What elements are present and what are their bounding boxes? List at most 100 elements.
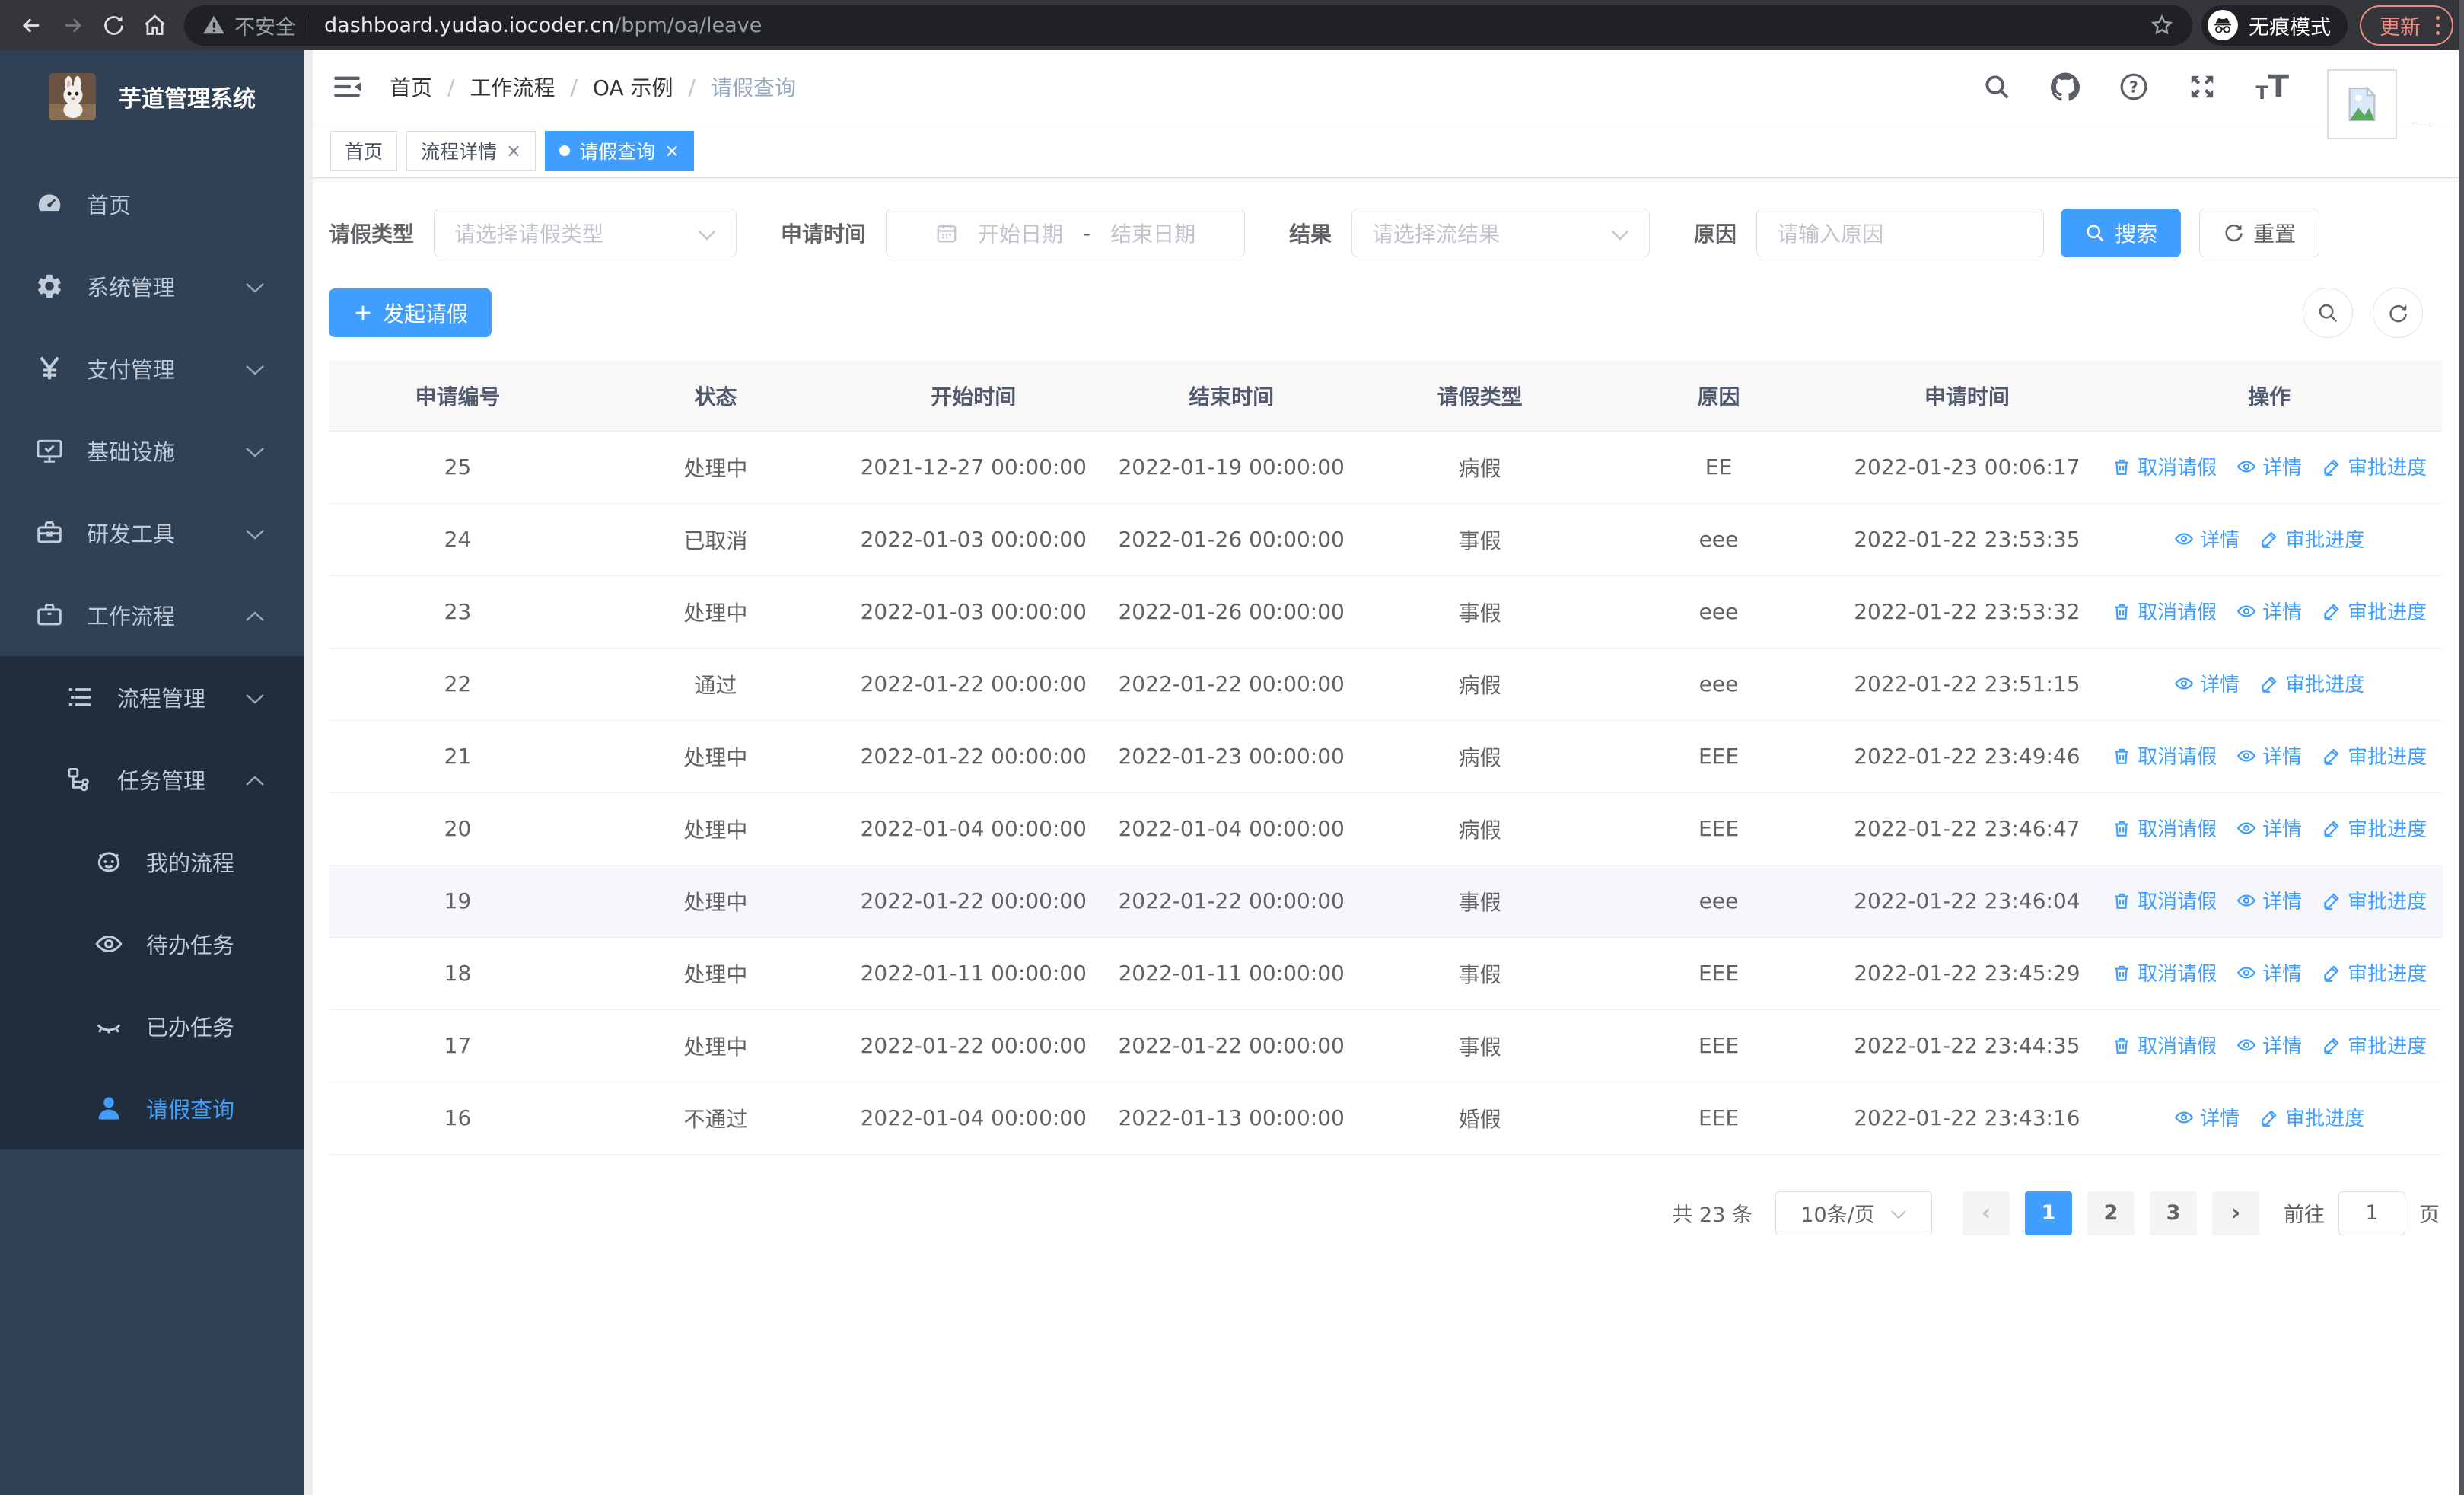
progress-link[interactable]: 审批进度	[2322, 958, 2427, 987]
forward-icon[interactable]	[52, 5, 93, 46]
app-logo-row[interactable]: 芋道管理系统	[0, 50, 304, 143]
refresh-table-button[interactable]	[2373, 288, 2423, 338]
sidebar-item-5[interactable]: 工作流程	[0, 574, 304, 656]
window-scrollbar-edge[interactable]	[2459, 0, 2464, 1495]
detail-link[interactable]: 详情	[2174, 524, 2240, 553]
bookmark-star-icon[interactable]	[2150, 13, 2174, 37]
result-placeholder: 请选择流结果	[1372, 222, 1501, 247]
sidebar-item-label: 研发工具	[87, 521, 176, 547]
detail-link[interactable]: 详情	[2236, 452, 2302, 480]
sidebar-item-10[interactable]: 已办任务	[0, 985, 304, 1067]
table-row[interactable]: 21 处理中 2022-01-22 00:00:00 2022-01-23 00:00…	[329, 720, 2443, 793]
close-icon[interactable]: ×	[664, 142, 680, 160]
cancel-link[interactable]: 取消请假	[2112, 958, 2217, 987]
reset-button[interactable]: 重置	[2199, 209, 2320, 257]
cancel-link[interactable]: 取消请假	[2112, 1031, 2217, 1059]
reason-placeholder: 请输入原因	[1777, 222, 1884, 247]
detail-link[interactable]: 详情	[2236, 886, 2302, 914]
table-row[interactable]: 24 已取消 2022-01-03 00:00:00 2022-01-26 00:00…	[329, 503, 2443, 576]
date-range-input[interactable]: 开始日期 - 结束日期	[886, 209, 1246, 257]
detail-link[interactable]: 详情	[2236, 814, 2302, 842]
reload-icon[interactable]	[93, 5, 134, 46]
progress-label: 审批进度	[2348, 963, 2427, 987]
tab-2[interactable]: 请假查询 ×	[545, 130, 695, 171]
cell-actions: 取消请假 详情 审批进度	[2096, 575, 2443, 649]
toggle-search-button[interactable]	[2303, 288, 2353, 338]
search-button-label: 搜索	[2115, 222, 2158, 246]
table-row[interactable]: 16 不通过 2022-01-04 00:00:00 2022-01-13 00:00…	[329, 1082, 2443, 1155]
detail-link[interactable]: 详情	[2174, 669, 2240, 697]
back-icon[interactable]	[11, 5, 52, 46]
table-row[interactable]: 20 处理中 2022-01-04 00:00:00 2022-01-04 00:00…	[329, 792, 2443, 865]
leave-type-select[interactable]: 请选择请假类型	[434, 209, 737, 257]
sidebar-item-8[interactable]: 我的流程	[0, 821, 304, 903]
sidebar-item-9[interactable]: 待办任务	[0, 903, 304, 985]
progress-link[interactable]: 审批进度	[2322, 814, 2427, 842]
progress-link[interactable]: 审批进度	[2322, 1031, 2427, 1059]
fontsize-icon[interactable]: TT	[2255, 72, 2289, 102]
url-path: /bpm/oa/leave	[614, 13, 762, 37]
fullscreen-icon[interactable]	[2187, 72, 2217, 102]
page-button-2[interactable]: 2	[2087, 1191, 2135, 1235]
close-icon[interactable]: ×	[506, 142, 521, 160]
detail-link[interactable]: 详情	[2174, 1103, 2240, 1131]
progress-link[interactable]: 审批进度	[2322, 452, 2427, 480]
progress-link[interactable]: 审批进度	[2259, 524, 2364, 553]
progress-link[interactable]: 审批进度	[2259, 669, 2364, 697]
create-leave-button[interactable]: 发起请假	[329, 288, 492, 337]
sidebar-collapse-icon[interactable]	[330, 70, 364, 104]
table-row[interactable]: 25 处理中 2021-12-27 00:00:00 2022-01-19 00:00…	[329, 431, 2443, 504]
sidebar-item-4[interactable]: 研发工具	[0, 492, 304, 574]
page-button-3[interactable]: 3	[2150, 1191, 2197, 1235]
table-row[interactable]: 22 通过 2022-01-22 00:00:00 2022-01-22 00:00:…	[329, 648, 2443, 721]
progress-link[interactable]: 审批进度	[2322, 886, 2427, 914]
table-row[interactable]: 18 处理中 2022-01-11 00:00:00 2022-01-11 00:00…	[329, 937, 2443, 1010]
search-button[interactable]: 搜索	[2061, 209, 2182, 257]
result-select[interactable]: 请选择流结果	[1351, 209, 1651, 257]
cancel-link[interactable]: 取消请假	[2112, 452, 2217, 480]
cell-type: 事假	[1360, 503, 1600, 576]
eye-closed-icon	[93, 1010, 125, 1042]
cancel-link[interactable]: 取消请假	[2112, 597, 2217, 625]
sidebar-item-11[interactable]: 请假查询	[0, 1067, 304, 1149]
breadcrumb-workflow[interactable]: 工作流程	[470, 72, 555, 102]
help-icon[interactable]: ?	[2119, 72, 2149, 102]
reason-input[interactable]: 请输入原因	[1756, 209, 2045, 257]
sidebar-item-2[interactable]: 支付管理	[0, 327, 304, 410]
breadcrumb-oa-example[interactable]: OA 示例	[593, 72, 673, 102]
table-row[interactable]: 19 处理中 2022-01-22 00:00:00 2022-01-22 00:00…	[329, 865, 2443, 938]
table-row[interactable]: 17 处理中 2022-01-22 00:00:00 2022-01-22 00:00…	[329, 1009, 2443, 1082]
detail-link[interactable]: 详情	[2236, 958, 2302, 987]
prev-page-button[interactable]: ‹	[1963, 1191, 2010, 1235]
breadcrumb-home[interactable]: 首页	[390, 72, 432, 102]
goto-page-input[interactable]: 1	[2338, 1191, 2405, 1235]
next-page-button[interactable]: ›	[2212, 1191, 2259, 1235]
detail-link[interactable]: 详情	[2236, 1031, 2302, 1059]
detail-link[interactable]: 详情	[2236, 597, 2302, 625]
github-icon[interactable]	[2050, 72, 2080, 102]
sidebar-item-6[interactable]: 流程管理	[0, 656, 304, 738]
progress-link[interactable]: 审批进度	[2259, 1103, 2364, 1131]
cancel-link[interactable]: 取消请假	[2112, 814, 2217, 842]
sidebar-item-3[interactable]: 基础设施	[0, 410, 304, 492]
tab-1[interactable]: 流程详情 ×	[406, 130, 536, 171]
browser-menu-icon[interactable]	[2436, 15, 2440, 35]
home-icon[interactable]	[134, 5, 175, 46]
detail-link[interactable]: 详情	[2236, 741, 2302, 770]
progress-link[interactable]: 审批进度	[2322, 597, 2427, 625]
page-button-1[interactable]: 1	[2025, 1191, 2072, 1235]
avatar[interactable]	[2327, 69, 2397, 139]
cell-apply: 2022-01-22 23:53:35	[1838, 503, 2096, 576]
tab-0[interactable]: 首页	[330, 130, 398, 171]
update-button[interactable]: 更新	[2360, 5, 2453, 46]
cancel-link[interactable]: 取消请假	[2112, 886, 2217, 914]
sidebar-item-1[interactable]: 系统管理	[0, 245, 304, 327]
page-size-select[interactable]: 10条/页	[1775, 1191, 1932, 1235]
progress-link[interactable]: 审批进度	[2322, 741, 2427, 770]
cancel-link[interactable]: 取消请假	[2112, 741, 2217, 770]
sidebar-item-7[interactable]: 任务管理	[0, 738, 304, 821]
table-row[interactable]: 23 处理中 2022-01-03 00:00:00 2022-01-26 00:00…	[329, 575, 2443, 649]
sidebar-item-0[interactable]: 首页	[0, 163, 304, 245]
url-bar[interactable]: 不安全 dashboard.yudao.iocoder.cn /bpm/oa/l…	[184, 5, 2192, 46]
search-icon[interactable]	[1982, 72, 2012, 102]
